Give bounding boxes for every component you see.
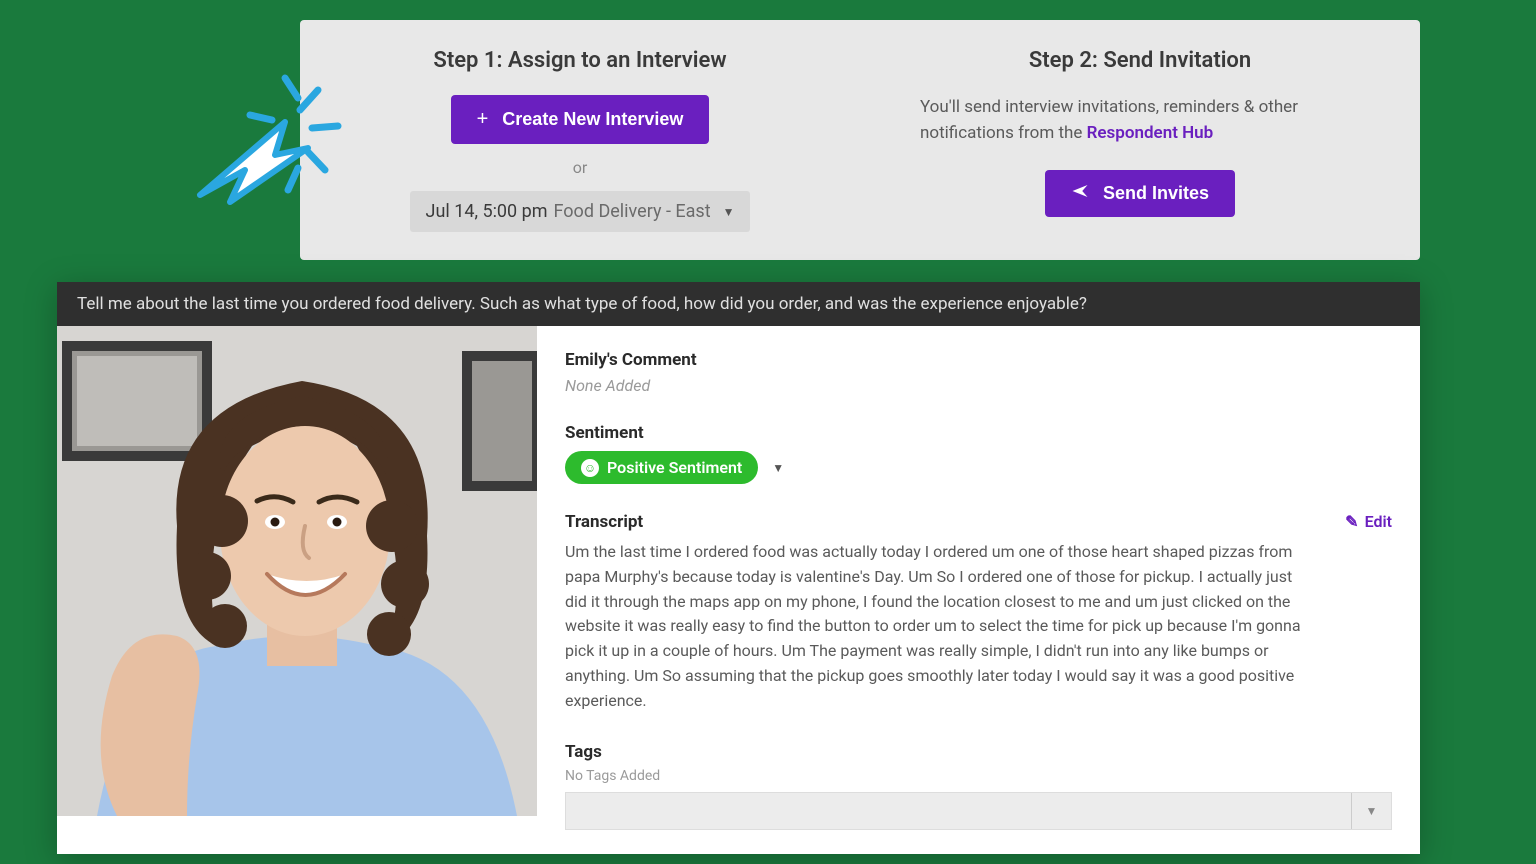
dropdown-date: Jul 14, 5:00 pm bbox=[426, 201, 548, 222]
step2-column: Step 2: Send Invitation You'll send inte… bbox=[860, 20, 1420, 260]
steps-panel: Step 1: Assign to an Interview + Create … bbox=[300, 20, 1420, 260]
sentiment-label: Positive Sentiment bbox=[607, 458, 742, 477]
send-icon bbox=[1071, 183, 1089, 204]
transcript-text: Um the last time I ordered food was actu… bbox=[565, 540, 1305, 714]
or-separator: or bbox=[573, 158, 588, 177]
create-interview-button[interactable]: + Create New Interview bbox=[451, 95, 710, 144]
interview-response-panel: Tell me about the last time you ordered … bbox=[57, 282, 1420, 854]
create-interview-label: Create New Interview bbox=[502, 109, 683, 130]
sentiment-pill[interactable]: ☺ Positive Sentiment bbox=[565, 451, 758, 484]
edit-label: Edit bbox=[1365, 512, 1392, 531]
transcript-title: Transcript bbox=[565, 512, 1392, 532]
step1-title: Step 1: Assign to an Interview bbox=[340, 48, 820, 73]
question-bar: Tell me about the last time you ordered … bbox=[57, 282, 1420, 326]
interview-dropdown[interactable]: Jul 14, 5:00 pm Food Delivery - East ▼ bbox=[410, 191, 751, 232]
edit-transcript-button[interactable]: ✎ Edit bbox=[1345, 512, 1392, 531]
tags-input[interactable] bbox=[566, 793, 1351, 829]
dropdown-label: Food Delivery - East bbox=[554, 201, 711, 222]
response-details: Emily's Comment None Added Sentiment ☺ P… bbox=[537, 326, 1420, 854]
smile-icon: ☺ bbox=[581, 459, 599, 477]
tags-title: Tags bbox=[565, 742, 1392, 762]
send-invites-button[interactable]: Send Invites bbox=[1045, 170, 1235, 217]
send-invites-label: Send Invites bbox=[1103, 183, 1209, 204]
comment-value: None Added bbox=[565, 376, 1392, 395]
comment-title: Emily's Comment bbox=[565, 350, 1392, 370]
respondent-hub-link[interactable]: Respondent Hub bbox=[1087, 123, 1214, 143]
pencil-icon: ✎ bbox=[1345, 512, 1358, 531]
tags-empty-text: No Tags Added bbox=[565, 768, 1392, 784]
sentiment-title: Sentiment bbox=[565, 423, 1392, 443]
plus-icon: + bbox=[477, 108, 489, 131]
step2-title: Step 2: Send Invitation bbox=[900, 48, 1380, 73]
chevron-down-icon: ▼ bbox=[723, 205, 735, 219]
sentiment-dropdown-caret[interactable]: ▼ bbox=[772, 461, 784, 475]
respondent-video[interactable] bbox=[57, 326, 537, 816]
step1-column: Step 1: Assign to an Interview + Create … bbox=[300, 20, 860, 260]
tags-dropdown-toggle[interactable]: ▼ bbox=[1351, 793, 1391, 829]
step2-description: You'll send interview invitations, remin… bbox=[900, 95, 1380, 146]
tags-input-row: ▼ bbox=[565, 792, 1392, 830]
